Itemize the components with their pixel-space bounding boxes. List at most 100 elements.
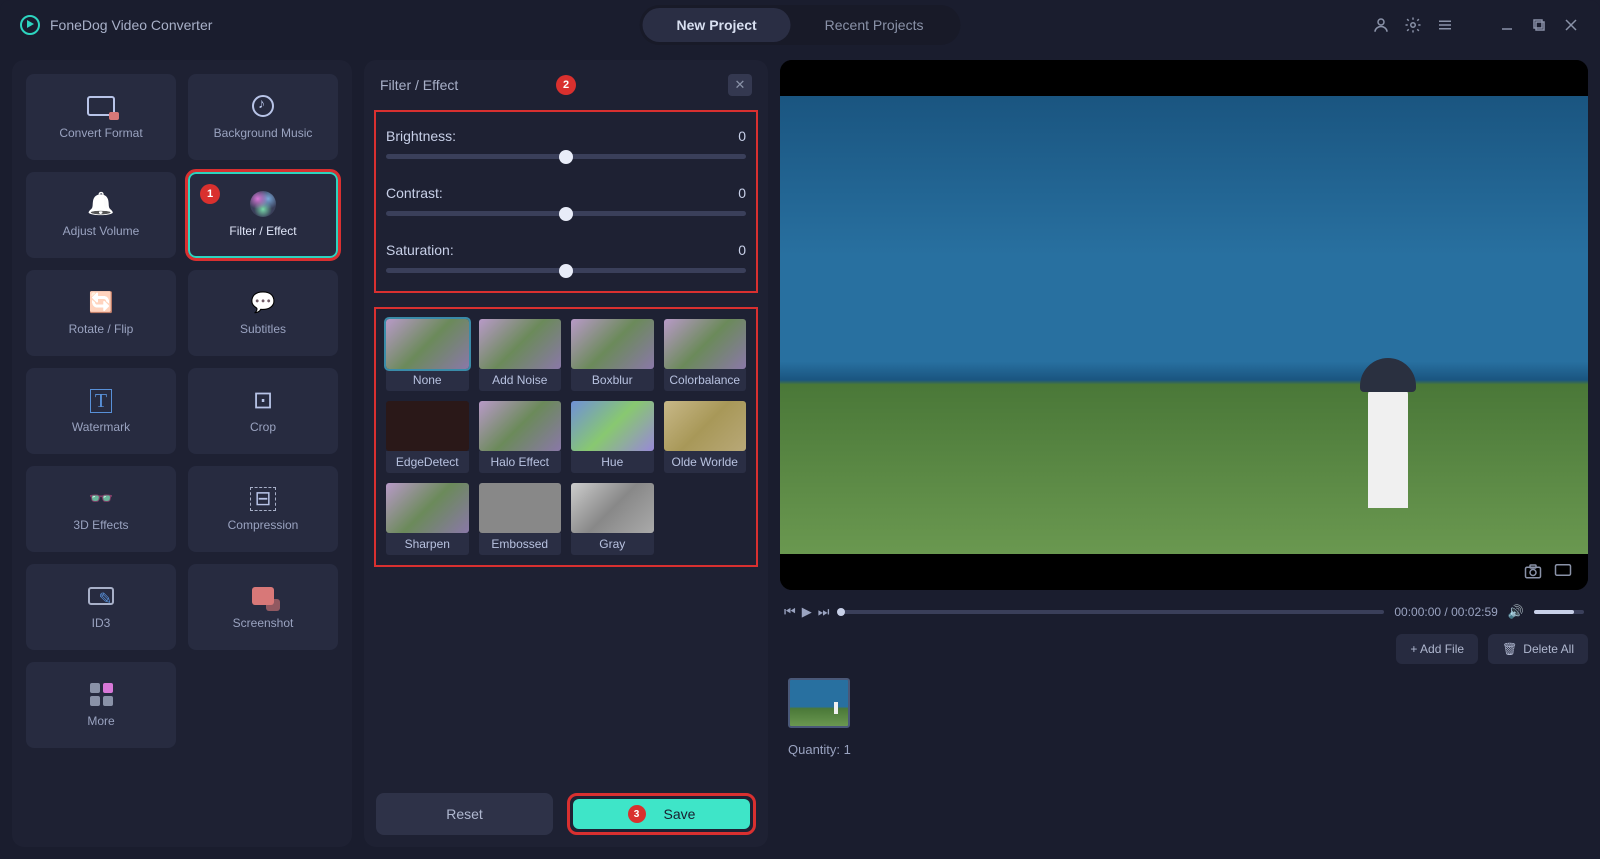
filter-thumb-icon [386,319,469,369]
preview-content-lighthouse [1368,390,1408,508]
filter-embossed[interactable]: Embossed [479,483,562,555]
filter-hue[interactable]: Hue [571,401,654,473]
tool-screenshot[interactable]: Screenshot [188,564,338,650]
filter-thumb-icon [571,319,654,369]
filter-thumb-icon [664,319,747,369]
filter-boxblur[interactable]: Boxblur [571,319,654,391]
tool-id3[interactable]: ID3 [26,564,176,650]
filter-sharpen[interactable]: Sharpen [386,483,469,555]
tool-more[interactable]: More [26,662,176,748]
filter-thumb-icon [479,319,562,369]
tab-recent-projects[interactable]: Recent Projects [791,8,958,42]
save-button[interactable]: 3 Save [573,799,750,829]
slider-thumb-icon[interactable] [559,264,573,278]
clip-list [780,678,1588,728]
preview-panel: ⏮ ▶ ⏭ 00:00:00 / 00:02:59 🔊 + Add File 🗑… [780,60,1588,847]
tool-3d-effects[interactable]: 3D Effects [26,466,176,552]
settings-icon[interactable] [1404,16,1422,34]
brightness-slider[interactable] [386,154,746,159]
project-tabs: New Project Recent Projects [640,5,961,45]
tool-watermark[interactable]: Watermark [26,368,176,454]
app-title: FoneDog Video Converter [50,17,212,33]
annotation-badge-3: 3 [628,805,646,823]
tool-rotate-flip[interactable]: Rotate / Flip [26,270,176,356]
volume-slider[interactable] [1534,610,1584,614]
volume-icon[interactable]: 🔊 [1508,604,1524,620]
preview-letterbox-bottom [780,554,1588,590]
saturation-label: Saturation: [386,242,454,258]
panel-close-button[interactable]: ✕ [728,74,752,96]
maximize-icon[interactable] [1530,16,1548,34]
save-button-highlight: 3 Save [567,793,756,835]
filter-thumb-icon [571,401,654,451]
tool-background-music[interactable]: Background Music [188,74,338,160]
filter-gray[interactable]: Gray [571,483,654,555]
next-frame-button[interactable]: ⏭ [818,604,830,620]
annotation-badge-2: 2 [556,75,576,95]
menu-icon[interactable] [1436,16,1454,34]
play-button[interactable]: ▶ [802,604,812,620]
filter-thumb-icon [571,483,654,533]
filter-icon [250,191,276,217]
filter-thumb-icon [386,401,469,451]
tool-convert-format[interactable]: Convert Format [26,74,176,160]
minimize-icon[interactable] [1498,16,1516,34]
slider-thumb-icon[interactable] [559,150,573,164]
tool-adjust-volume[interactable]: Adjust Volume [26,172,176,258]
filter-add-noise[interactable]: Add Noise [479,319,562,391]
subtitles-icon [251,288,276,316]
progress-thumb-icon[interactable] [837,608,845,616]
tool-compression[interactable]: Compression [188,466,338,552]
saturation-slider[interactable] [386,268,746,273]
filter-thumb-icon [479,401,562,451]
add-file-button[interactable]: + Add File [1396,634,1478,664]
saturation-slider-row: Saturation: 0 [386,242,746,273]
contrast-label: Contrast: [386,185,443,201]
video-preview [780,60,1588,590]
sliders-group: Brightness:0 Contrast:0 Saturation:0 [374,110,758,293]
tool-subtitles[interactable]: Subtitles [188,270,338,356]
tool-filter-effect[interactable]: 1 Filter / Effect [188,172,338,258]
volume-fill [1534,610,1574,614]
id3-icon [88,587,114,605]
tab-new-project[interactable]: New Project [643,8,791,42]
prev-frame-button[interactable]: ⏮ [784,604,796,620]
slider-thumb-icon[interactable] [559,207,573,221]
filter-halo-effect[interactable]: Halo Effect [479,401,562,473]
filter-olde-worlde[interactable]: Olde Worlde [664,401,747,473]
clip-thumbnail[interactable] [788,678,850,728]
volume-icon [87,190,114,218]
music-icon [252,95,274,117]
more-icon [90,683,113,706]
preview-letterbox-top [780,60,1588,96]
panel-header: Filter / Effect 2 ✕ [364,60,768,110]
account-icon[interactable] [1372,16,1390,34]
saturation-value: 0 [738,242,746,258]
playback-bar: ⏮ ▶ ⏭ 00:00:00 / 00:02:59 🔊 [780,604,1588,620]
filter-none[interactable]: None [386,319,469,391]
delete-all-button[interactable]: 🗑Delete All [1488,634,1588,664]
filter-thumb-icon [479,483,562,533]
tool-grid: Convert Format Background Music Adjust V… [26,74,338,748]
fullscreen-icon[interactable] [1554,563,1572,584]
reset-button[interactable]: Reset [376,793,553,835]
watermark-icon [90,386,112,414]
save-button-label: Save [664,806,696,822]
close-icon[interactable] [1562,16,1580,34]
quantity-label: Quantity: 1 [788,742,1588,757]
snapshot-icon[interactable] [1524,563,1542,584]
filter-edgedetect[interactable]: EdgeDetect [386,401,469,473]
logo-icon [20,15,40,35]
filter-colorbalance[interactable]: Colorbalance [664,319,747,391]
contrast-slider[interactable] [386,211,746,216]
filter-grid: None Add Noise Boxblur Colorbalance Edge… [386,319,746,555]
tool-crop[interactable]: Crop [188,368,338,454]
crop-icon [253,386,273,415]
trash-icon: 🗑 [1502,642,1517,656]
progress-slider[interactable] [839,610,1384,614]
convert-icon [87,96,115,116]
brightness-value: 0 [738,128,746,144]
filter-thumb-icon [664,401,747,451]
titlebar: FoneDog Video Converter New Project Rece… [0,0,1600,50]
annotation-badge-1: 1 [200,184,220,204]
